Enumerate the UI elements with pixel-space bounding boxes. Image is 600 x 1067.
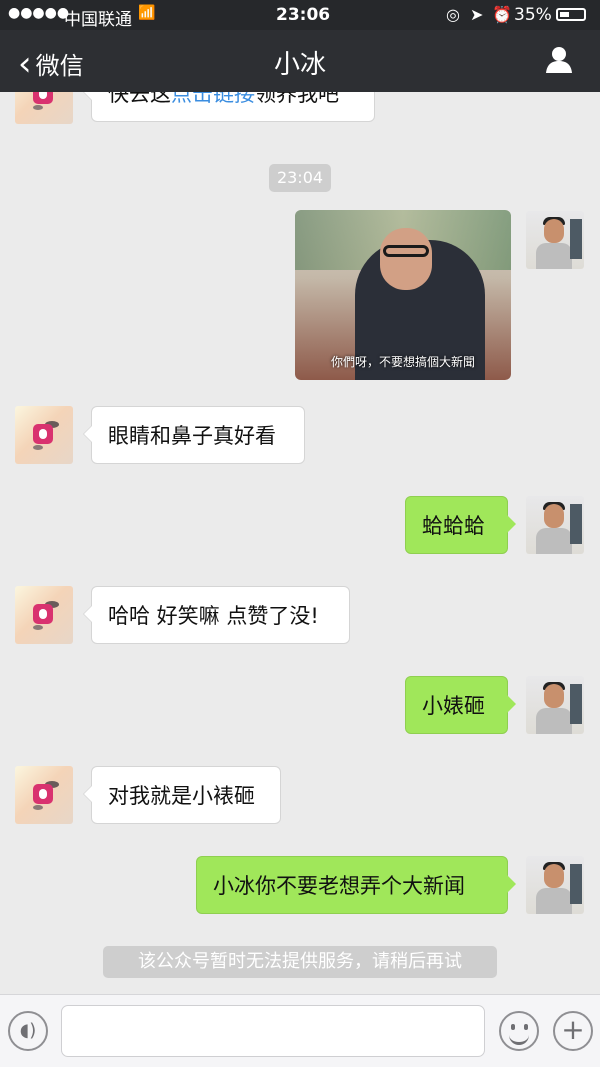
photo-face xyxy=(380,228,432,290)
user-avatar[interactable] xyxy=(526,496,584,554)
carrier-label: 中国联通 xyxy=(64,10,132,30)
message-text-after: 领养我吧 xyxy=(255,92,339,106)
user-avatar[interactable] xyxy=(526,211,584,269)
navigation-bar: ‹ 微信 小冰 xyxy=(0,30,600,92)
message-bubble-partial: 快去这点击链接领养我吧 xyxy=(83,92,375,122)
emoji-icon[interactable] xyxy=(499,1011,539,1051)
image-message[interactable]: 你們呀，不要想搞個大新聞 xyxy=(295,210,511,380)
user-avatar[interactable] xyxy=(526,676,584,734)
location-icon: ➤ xyxy=(470,5,484,24)
system-notice: 该公众号暂时无法提供服务，请稍后再试 xyxy=(103,946,497,978)
message-input[interactable] xyxy=(61,1005,485,1057)
chat-title: 小冰 xyxy=(273,50,326,80)
profile-icon[interactable] xyxy=(544,44,574,74)
alarm-icon: ⏰ xyxy=(492,5,512,24)
message-bubble: 对我就是小裱砸 xyxy=(83,766,281,824)
battery-icon xyxy=(556,8,586,21)
message-bubble: 小冰你不要老想弄个大新闻 xyxy=(196,856,516,914)
add-icon[interactable]: + xyxy=(553,1011,593,1051)
message-bubble: 蛤蛤蛤 xyxy=(405,496,516,554)
wifi-icon: 📶 xyxy=(138,5,156,21)
voice-input-icon[interactable]: ◖) xyxy=(8,1011,48,1051)
timestamp-badge: 23:04 xyxy=(269,164,331,192)
input-toolbar: ◖) + xyxy=(0,994,600,1067)
message-bubble: 小婊砸 xyxy=(405,676,516,734)
photo-glasses xyxy=(383,245,429,257)
status-bar: ●●●●● 中国联通 📶 23:06 ◎ ➤ ⏰ 35% xyxy=(0,0,600,30)
message-text-before: 快去这 xyxy=(108,92,171,106)
user-avatar[interactable] xyxy=(526,856,584,914)
chat-log: 快去这点击链接领养我吧 23:04 你們呀，不要想搞個大新聞 眼睛和鼻子真好看 … xyxy=(0,92,600,994)
message-link[interactable]: 点击链接 xyxy=(171,92,255,106)
message-bubble: 哈哈 好笑嘛 点赞了没! xyxy=(83,586,350,644)
lock-rotation-icon: ◎ xyxy=(446,5,460,24)
message-bubble: 眼睛和鼻子真好看 xyxy=(83,406,305,464)
bot-avatar[interactable] xyxy=(15,92,73,124)
bot-avatar[interactable] xyxy=(15,766,73,824)
bot-avatar[interactable] xyxy=(15,586,73,644)
image-caption: 你們呀，不要想搞個大新聞 xyxy=(330,355,475,369)
battery-percent: 35% xyxy=(514,5,552,25)
status-time: 23:06 xyxy=(276,5,331,25)
signal-icon: ●●●●● xyxy=(8,5,70,21)
bot-avatar[interactable] xyxy=(15,406,73,464)
